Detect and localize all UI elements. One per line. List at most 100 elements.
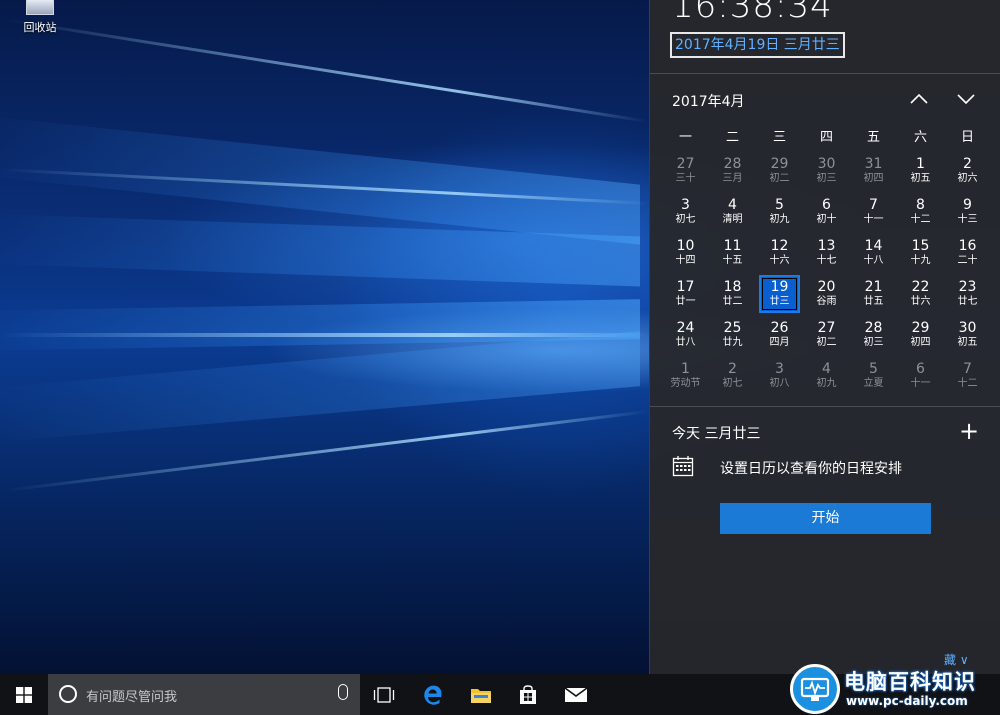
calendar-day[interactable]: 6 十一 [897,356,944,397]
edge-icon[interactable] [410,674,456,715]
watermark-logo-icon [790,664,840,714]
calendar-day[interactable]: 4 初九 [803,356,850,397]
calendar-day[interactable]: 9 十三 [944,192,991,233]
start-calendar-button[interactable]: 开始 [720,503,931,534]
calendar-day[interactable]: 27 初二 [803,315,850,356]
search-placeholder[interactable]: 有问题尽管问我 [86,686,177,705]
lunar-date: 初二 [816,337,837,348]
store-icon[interactable] [505,674,551,715]
lunar-date: 初九 [769,214,790,225]
lunar-date: 十一 [863,214,884,225]
lunar-date: 初六 [957,173,978,184]
search-box[interactable]: 有问题尽管问我 [48,674,360,715]
calendar-day[interactable]: 21 廿五 [850,274,897,315]
calendar-day[interactable]: 7 十二 [944,356,991,397]
recycle-bin[interactable]: 回收站 [10,0,70,35]
calendar-day[interactable]: 11 十五 [709,233,756,274]
calendar-day[interactable]: 1 劳动节 [662,356,709,397]
day-number: 27 [817,320,836,336]
day-number: 15 [911,238,930,254]
calendar-day[interactable]: 24 廿八 [662,315,709,356]
mail-icon[interactable] [553,674,599,715]
calendar-day[interactable]: 15 十九 [897,233,944,274]
day-number: 29 [770,156,789,172]
day-number: 24 [676,320,695,336]
watermark: 电脑百科知识 www.pc-daily.com [790,664,1000,715]
calendar-day[interactable]: 13 十七 [803,233,850,274]
weekday-label: 四 [819,130,833,145]
lunar-date: 廿三 [769,296,790,307]
calendar-week-row: 24 廿八 25 廿九 26 四月 27 初二 28 初三 29 初四 30 初五 [662,315,990,356]
calendar-day[interactable]: 5 立夏 [850,356,897,397]
calendar-day[interactable]: 4 清明 [709,192,756,233]
day-number: 12 [770,238,789,254]
day-number: 18 [723,279,742,295]
month-label[interactable]: 2017年4月 [672,91,745,111]
full-date-link[interactable]: 2017年4月19日 三月廿三 [670,32,845,58]
calendar-day[interactable]: 23 廿七 [944,274,991,315]
day-number: 7 [869,197,878,213]
cortana-icon[interactable] [59,685,77,703]
microphone-icon[interactable] [338,684,348,700]
chevron-up-icon[interactable] [907,88,931,112]
day-number: 5 [869,361,878,377]
calendar-day[interactable]: 18 廿二 [709,274,756,315]
day-number: 29 [911,320,930,336]
calendar-day[interactable]: 20 谷雨 [803,274,850,315]
calendar-day[interactable]: 3 初七 [662,192,709,233]
calendar-day[interactable]: 1 初五 [897,151,944,192]
calendar-day[interactable]: 7 十一 [850,192,897,233]
calendar-day[interactable]: 5 初九 [756,192,803,233]
calendar-day[interactable]: 14 十八 [850,233,897,274]
day-number: 8 [916,197,925,213]
task-view-icon[interactable] [361,674,407,715]
calendar-day[interactable]: 3 初八 [756,356,803,397]
calendar-day[interactable]: 17 廿一 [662,274,709,315]
day-number: 2 [728,361,737,377]
calendar-day[interactable]: 16 二十 [944,233,991,274]
calendar-day[interactable]: 29 初四 [897,315,944,356]
divider [650,406,1000,407]
calendar-day[interactable]: 12 十六 [756,233,803,274]
calendar-day[interactable]: 22 廿六 [897,274,944,315]
chevron-down-icon[interactable] [954,88,978,112]
day-number: 30 [817,156,836,172]
file-explorer-icon[interactable] [458,674,504,715]
calendar-day[interactable]: 8 十二 [897,192,944,233]
calendar-day[interactable]: 27 三十 [662,151,709,192]
lunar-date: 清明 [722,214,743,225]
calendar-day[interactable]: 28 初三 [850,315,897,356]
calendar-day[interactable]: 2 初七 [709,356,756,397]
day-number: 6 [916,361,925,377]
lunar-date: 立夏 [863,378,884,389]
day-number: 2 [963,156,972,172]
calendar-day[interactable]: 29 初二 [756,151,803,192]
day-number: 14 [864,238,883,254]
calendar-day[interactable]: 30 初五 [944,315,991,356]
lunar-date: 十七 [816,255,837,266]
lunar-date: 初四 [863,173,884,184]
day-number: 27 [676,156,695,172]
calendar-day-today[interactable]: 19 廿三 [756,274,803,315]
lunar-date: 谷雨 [816,296,837,307]
calendar-day[interactable]: 28 三月 [709,151,756,192]
lunar-date: 廿五 [863,296,884,307]
day-number: 16 [958,238,977,254]
calendar-day[interactable]: 10 十四 [662,233,709,274]
lunar-date: 劳动节 [670,378,701,389]
add-event-icon[interactable]: + [956,416,982,446]
lunar-date: 十二 [957,378,978,389]
day-number: 22 [911,279,930,295]
windows-start-icon[interactable] [0,674,48,715]
lunar-date: 廿八 [675,337,696,348]
day-number: 28 [864,320,883,336]
calendar-day[interactable]: 25 廿九 [709,315,756,356]
divider [650,73,1000,74]
calendar-day[interactable]: 6 初十 [803,192,850,233]
calendar-day[interactable]: 30 初三 [803,151,850,192]
calendar-day[interactable]: 31 初四 [850,151,897,192]
calendar-day[interactable]: 2 初六 [944,151,991,192]
calendar-day[interactable]: 26 四月 [756,315,803,356]
lunar-date: 初三 [816,173,837,184]
lunar-date: 廿六 [910,296,931,307]
